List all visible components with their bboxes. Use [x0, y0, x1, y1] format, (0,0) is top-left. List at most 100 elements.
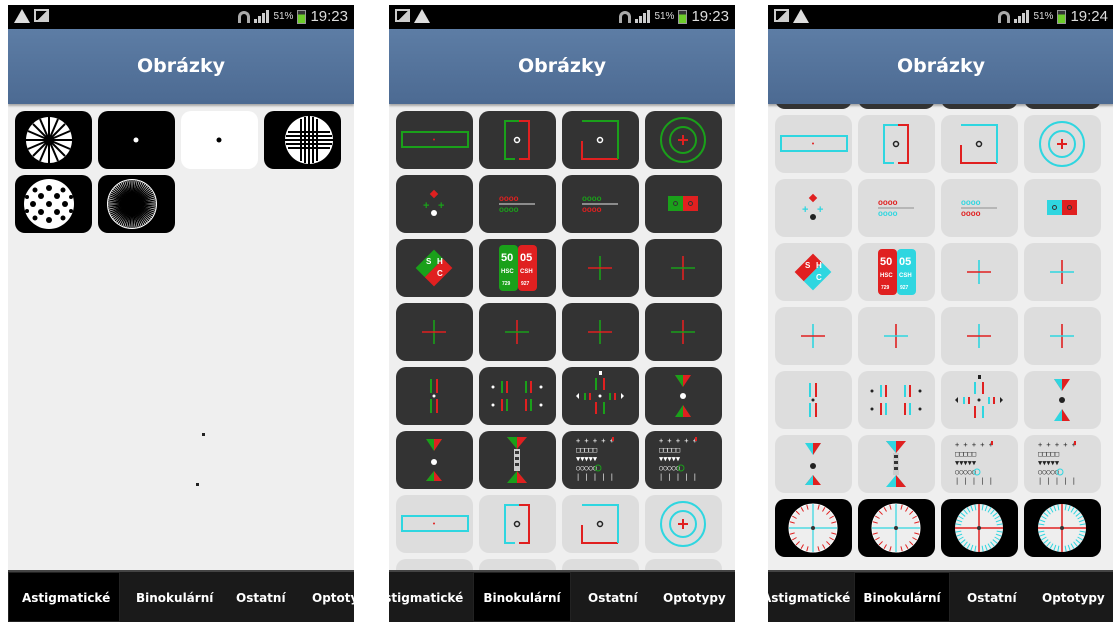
binocular-tile-sqbr2[interactable] [941, 115, 1018, 173]
tab-bar: Astigmatické Binokulární Ostatní Optotyp… [768, 570, 1113, 622]
binocular-tile-worth[interactable]: + + [396, 175, 473, 233]
stereo-label: HSC [501, 269, 514, 275]
binocular-tile-rect[interactable] [396, 495, 473, 553]
binocular-tile-chart[interactable]: + + + + + □□□□□ ▼▼▼▼▼ ○○○○○ | | | | | [645, 431, 722, 489]
binocular-tile-cross2[interactable] [858, 307, 935, 365]
binocular-tile-vbars[interactable] [775, 371, 852, 429]
svg-text:oooo: oooo [961, 209, 981, 218]
binocular-tile-sqbr2[interactable] [562, 111, 639, 169]
binocular-tile-partial[interactable] [1024, 104, 1101, 149]
page-title: Obrázky [896, 55, 986, 77]
binocular-tile-numbers[interactable]: 50 05 HSC CSH 729 927 [858, 243, 935, 301]
binocular-tile-chart[interactable]: + + + + + □□□□□ ▼▼▼▼▼ ○○○○○ | | | | | [941, 435, 1018, 493]
binocular-tile-cross[interactable] [396, 303, 473, 361]
binocular-tile-column[interactable] [858, 435, 935, 493]
binocular-tile-rect[interactable] [396, 111, 473, 169]
binocular-tile-stripe[interactable] [396, 559, 473, 570]
binocular-tile-worth[interactable]: + + [775, 179, 852, 237]
binocular-tile-cross2[interactable] [645, 239, 722, 297]
tab-binocular[interactable]: Binokulární [854, 572, 950, 622]
binocular-tile-target[interactable] [645, 495, 722, 553]
tab-astigmatic[interactable]: Astigmatické [8, 572, 120, 622]
binocular-tile-clock2[interactable] [941, 499, 1018, 557]
binocular-tile-rings2[interactable]: oooo oooo [562, 175, 639, 233]
svg-text:oooo: oooo [878, 198, 898, 207]
binocular-tile-vbars[interactable] [396, 367, 473, 425]
page-title: Obrázky [517, 55, 607, 77]
image-tile-fixation-dot-black[interactable] [98, 111, 175, 169]
binocular-tile-cross2[interactable] [645, 303, 722, 361]
binocular-tile-rings[interactable]: oooo oooo [858, 179, 935, 237]
svg-text:▼▼▼▼▼: ▼▼▼▼▼ [659, 455, 681, 463]
binocular-tile-cross[interactable] [562, 239, 639, 297]
binocular-tile-cross2[interactable] [1024, 243, 1101, 301]
signal-icon [635, 10, 651, 23]
binocular-tile-diamond[interactable]: SHC [775, 243, 852, 301]
binocular-tile-target[interactable] [645, 111, 722, 169]
binocular-tile-chart[interactable]: + + + + + □□□□□ ▼▼▼▼▼ ○○○○○ | | | | | [1024, 435, 1101, 493]
binocular-tile-sqbr[interactable] [479, 111, 556, 169]
binocular-tile-plusbars[interactable] [941, 371, 1018, 429]
binocular-tile-rect[interactable] [775, 115, 852, 173]
image-tile-fixation-dot-white[interactable] [181, 111, 258, 169]
tab-optotypes[interactable]: Optotypy [663, 572, 726, 622]
binocular-tile-vbars4[interactable] [479, 367, 556, 425]
image-tile-fine-sunburst[interactable] [98, 175, 175, 233]
binocular-tile-cross[interactable] [941, 243, 1018, 301]
binocular-tile-partial[interactable] [858, 104, 935, 149]
binocular-tile-clock2[interactable] [1024, 499, 1101, 557]
binocular-tile-partial[interactable] [941, 104, 1018, 149]
tab-other[interactable]: Ostatní [588, 572, 638, 622]
binocular-tile-vbars4[interactable] [858, 371, 935, 429]
binocular-tile-column[interactable] [479, 431, 556, 489]
stereo-label: 50 [501, 252, 513, 264]
binocular-tile-plusbars[interactable] [562, 367, 639, 425]
tab-other[interactable]: Ostatní [236, 572, 286, 622]
binocular-tile-cross2[interactable] [479, 303, 556, 361]
wifi-icon [619, 10, 632, 23]
binocular-tile-hourglass2[interactable] [396, 431, 473, 489]
binocular-tile-clock[interactable] [775, 499, 852, 557]
binocular-tile-rings[interactable]: oooo oooo [479, 175, 556, 233]
binocular-tile-sqbr[interactable] [858, 115, 935, 173]
svg-text:oooo: oooo [878, 209, 898, 218]
binocular-tile-hourglass[interactable] [645, 367, 722, 425]
binocular-tile-twosq[interactable] [1024, 179, 1101, 237]
binocular-tile-twosq[interactable] [645, 175, 722, 233]
image-tile-dotted-circle[interactable] [15, 175, 92, 233]
binocular-tile-clock[interactable] [858, 499, 935, 557]
binocular-tile-stripe[interactable] [645, 559, 722, 570]
image-tile-grid-circle[interactable] [264, 111, 341, 169]
battery-percent: 51% [1033, 11, 1054, 22]
binocular-tile-cross2[interactable] [1024, 307, 1101, 365]
svg-text:oooo: oooo [499, 205, 519, 214]
stereo-letter: S [426, 257, 432, 266]
tab-other[interactable]: Ostatní [967, 572, 1017, 622]
image-tile-sunburst[interactable] [15, 111, 92, 169]
tab-binocular[interactable]: Binokulární [473, 572, 571, 622]
binocular-tile-cross[interactable] [941, 307, 1018, 365]
binocular-tile-cross[interactable] [775, 307, 852, 365]
svg-text:+ + + + +: + + + + + [576, 437, 614, 445]
wifi-icon [998, 10, 1011, 23]
binocular-tile-stripe[interactable] [562, 559, 639, 570]
tab-astigmatic[interactable]: Astigmatické [389, 572, 477, 622]
binocular-tile-cross[interactable] [562, 303, 639, 361]
binocular-tile-stripe[interactable] [479, 559, 556, 570]
binocular-tile-diamond[interactable]: SHC [396, 239, 473, 297]
binocular-tile-sqbr[interactable] [479, 495, 556, 553]
binocular-tile-numbers[interactable]: 50 05 HSC CSH 729 927 [479, 239, 556, 297]
binocular-tile-rings2[interactable]: oooo oooo [941, 179, 1018, 237]
tab-optotypes[interactable]: Optotypy [1042, 572, 1105, 622]
binocular-tile-partial[interactable] [775, 104, 852, 149]
binocular-tile-target[interactable] [1024, 115, 1101, 173]
tab-binocular[interactable]: Binokulární [136, 572, 213, 622]
binocular-tile-hourglass[interactable] [1024, 371, 1101, 429]
binocular-tile-sqbr2[interactable] [562, 495, 639, 553]
svg-text:| | | | |: | | | | | [576, 473, 614, 481]
binocular-tile-hourglass2[interactable] [775, 435, 852, 493]
tab-astigmatic[interactable]: Astigmatické [768, 572, 856, 622]
tab-optotypes[interactable]: Optotypy [312, 572, 354, 622]
svg-text:oooo: oooo [961, 198, 981, 207]
binocular-tile-chart[interactable]: + + + + + □□□□□ ▼▼▼▼▼ ○○○○○ | | | | | [562, 431, 639, 489]
